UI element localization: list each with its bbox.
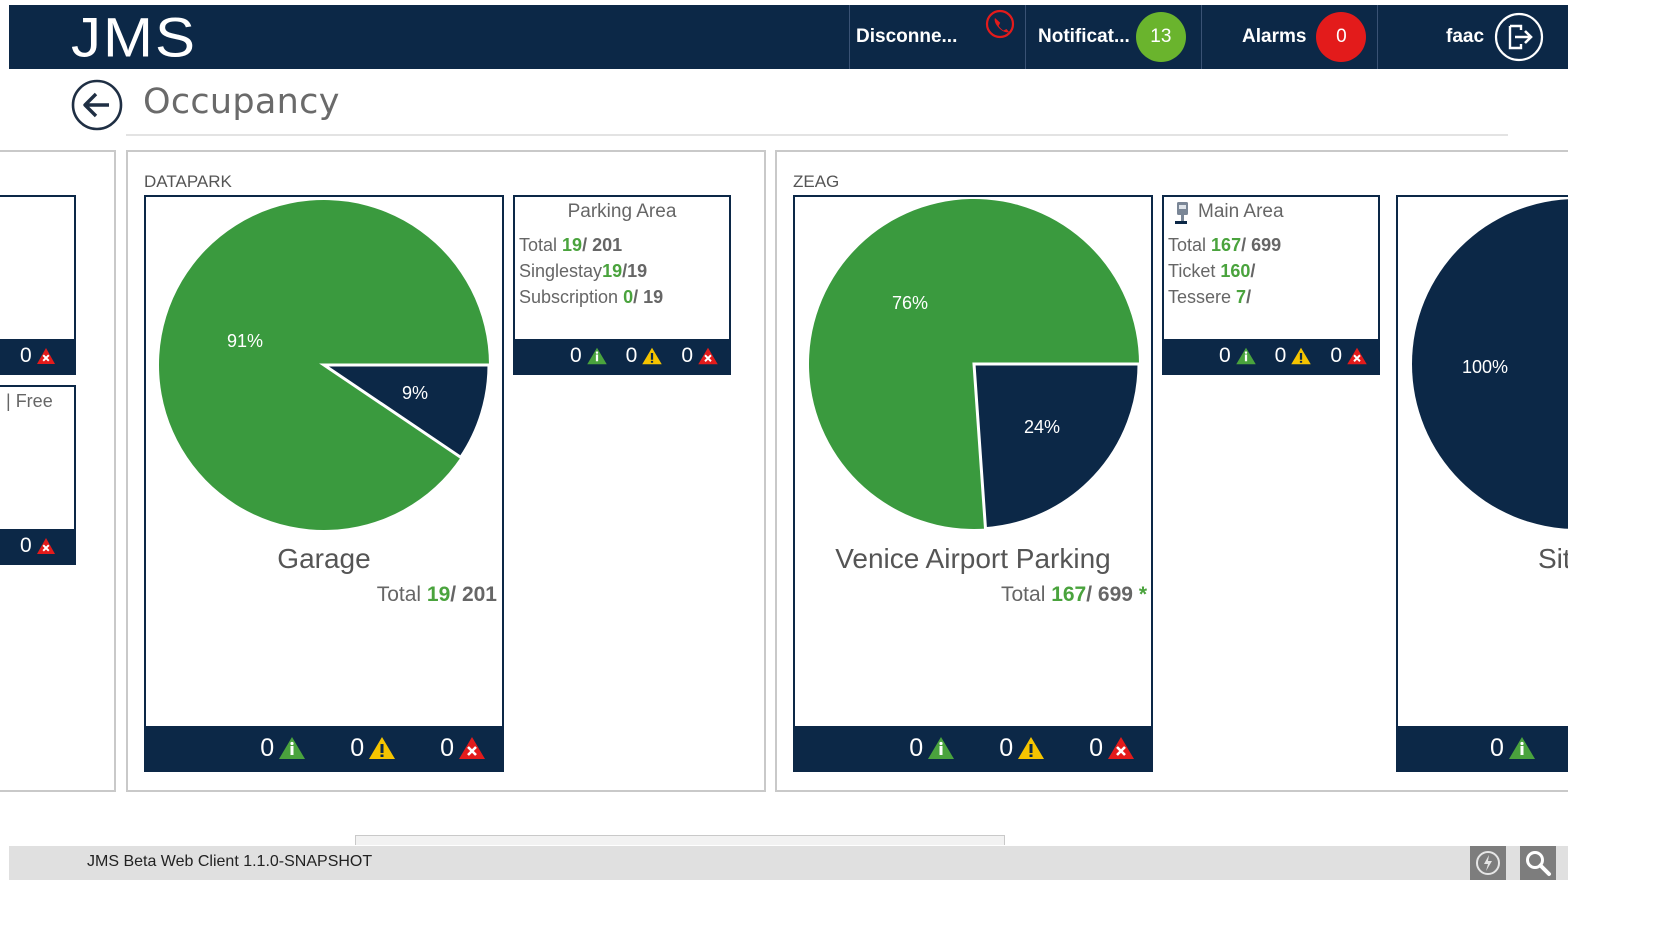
title-divider (126, 134, 1508, 136)
site-total: Total 167/ 699 * (1001, 583, 1147, 606)
partial-free-footer: 0 (0, 529, 74, 563)
site-status-footer: 0 0 0 (795, 726, 1151, 770)
alarms-label: Alarms (1242, 26, 1307, 47)
occupied-percent-label: 9% (402, 383, 428, 403)
info-count: 0 (1490, 734, 1536, 763)
alarms-button[interactable]: Alarms 0 (1201, 5, 1377, 69)
info-count: 0 (1219, 344, 1257, 368)
occupancy-pie-chart: 91% 9% (159, 199, 491, 530)
error-icon (36, 348, 55, 364)
info-icon (586, 347, 607, 365)
site-card-venice-airport-parking[interactable]: 76% 24% Venice Airport Parking Total 167… (793, 195, 1153, 772)
occupied-percent-label: 100% (1462, 357, 1508, 377)
error-count: 0 (20, 534, 56, 558)
site-total-asterisk: * (1138, 583, 1147, 606)
info-count: 0 (570, 344, 608, 368)
error-icon (1347, 347, 1367, 365)
site-name: Garage (277, 543, 371, 574)
area-title: Parking Area (567, 201, 677, 222)
info-count: 0 (260, 734, 306, 763)
error-count: 0 (440, 734, 486, 763)
info-icon (279, 737, 306, 759)
warning-icon (1018, 737, 1045, 759)
area-line-total: Total 167/ 699 (1168, 235, 1282, 255)
site-card-partial[interactable]: 100% Sit 0 (1396, 195, 1568, 772)
notifications-count-badge: 13 (1135, 12, 1186, 62)
status-bar: JMS Beta Web Client 1.1.0-SNAPSHOT (9, 846, 1568, 880)
error-count: 0 (1330, 344, 1368, 368)
connection-status-label: Disconne... (856, 26, 958, 47)
partial-free-label: | Free (6, 391, 53, 411)
error-count: 0 (1089, 734, 1135, 763)
partial-area-card[interactable]: 0 (0, 195, 76, 375)
area-line-ticket: Ticket 160/ (1168, 261, 1256, 281)
area-title: Main Area (1198, 201, 1284, 222)
error-icon (36, 538, 55, 554)
pie-slice-occupied (972, 362, 1141, 531)
area-line-total: Total 19/ 201 (519, 235, 623, 255)
alarms-count-badge: 0 (1316, 12, 1367, 62)
parking-meter-icon (1175, 202, 1188, 224)
occupancy-pie-chart: 76% 24% (809, 199, 1141, 531)
logout-icon[interactable] (1494, 12, 1544, 62)
free-percent-label: 91% (227, 331, 263, 351)
group-datapark: DATAPARK 91% 9% Garage Total 19/ 201 0 0 (126, 150, 766, 792)
back-arrow-icon[interactable] (71, 79, 123, 131)
area-line-subscription: Subscription 0/ 19 (519, 287, 664, 307)
site-name: Sit (1538, 543, 1568, 574)
disconnected-phone-icon (985, 9, 1015, 39)
user-name: faac (1446, 26, 1485, 47)
warning-icon (369, 737, 396, 759)
user-menu[interactable]: faac (1377, 5, 1568, 69)
error-icon (1108, 737, 1134, 759)
area-card-parking-area[interactable]: Parking Area Total 19/ 201 Singlestay19/… (513, 195, 731, 375)
site-total: Total 19/ 201 (376, 583, 497, 606)
warning-count: 0 (999, 734, 1045, 763)
site-status-footer: 0 0 0 (146, 726, 502, 770)
occupancy-pie-chart: 100% (1412, 199, 1568, 529)
info-icon (1235, 347, 1256, 365)
horizontal-scrollbar[interactable] (355, 835, 1005, 845)
app-window: JMS Disconne... Notificat... 13 Alarms 0… (0, 0, 1568, 880)
site-name: Venice Airport Parking (835, 543, 1111, 574)
jms-logo: JMS (71, 6, 197, 69)
error-icon (698, 347, 718, 365)
version-text: JMS Beta Web Client 1.1.0-SNAPSHOT (87, 853, 373, 870)
area-card-main-area[interactable]: Main Area Total 167/ 699 Ticket 160/ Tes… (1162, 195, 1380, 375)
partial-area-footer: 0 (0, 339, 74, 373)
warning-icon (642, 347, 663, 365)
notifications-label: Notificat... (1038, 26, 1130, 47)
site-card-garage[interactable]: 91% 9% Garage Total 19/ 201 0 0 0 (144, 195, 504, 772)
area-status-footer: 0 0 0 (515, 339, 729, 373)
notifications-button[interactable]: Notificat... 13 (1025, 5, 1201, 69)
area-line-singlestay: Singlestay19/19 (519, 261, 648, 281)
warning-count: 0 (626, 344, 664, 368)
free-percent-label: 76% (892, 293, 928, 313)
warning-count: 0 (350, 734, 396, 763)
group-zeag: ZEAG 76% 24% Venice Airport Parking Tota… (775, 150, 1568, 792)
partial-free-card[interactable]: | Free 0 (0, 385, 76, 565)
group-label: DATAPARK (144, 172, 232, 191)
area-line-tessere: Tessere 7/ (1168, 287, 1252, 307)
error-icon (459, 737, 485, 759)
refresh-button[interactable] (1470, 846, 1506, 880)
error-count: 0 (681, 344, 719, 368)
search-icon (1526, 851, 1551, 876)
search-button[interactable] (1520, 846, 1556, 880)
info-count: 0 (909, 734, 955, 763)
info-icon (1508, 737, 1535, 759)
partial-group-left: 0 | Free 0 (0, 150, 116, 792)
occupied-percent-label: 24% (1024, 417, 1060, 437)
error-count: 0 (20, 344, 56, 368)
area-status-footer: 0 0 0 (1164, 339, 1378, 373)
top-bar: JMS Disconne... Notificat... 13 Alarms 0… (9, 5, 1568, 69)
info-icon (928, 737, 955, 759)
group-label: ZEAG (793, 172, 840, 191)
page-title: Occupancy (143, 82, 340, 122)
warning-count: 0 (1275, 344, 1313, 368)
warning-icon (1291, 347, 1312, 365)
site-status-footer: 0 (1398, 726, 1568, 770)
refresh-icon (1476, 851, 1500, 875)
